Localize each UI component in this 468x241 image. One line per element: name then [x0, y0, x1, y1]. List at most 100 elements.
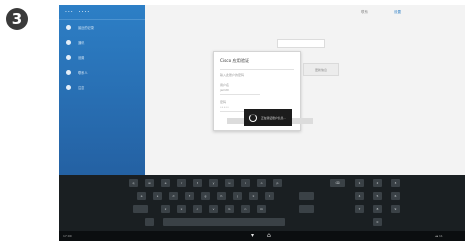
sidebar-item-calls[interactable]: 通讯 [59, 35, 145, 50]
key-a[interactable]: a [137, 192, 146, 200]
info-icon [66, 85, 71, 90]
key-label: i [245, 181, 246, 185]
key-label: h [220, 194, 223, 198]
key-m[interactable]: m [257, 205, 266, 213]
numpad-key[interactable]: 1 [355, 179, 364, 187]
grid-icon [66, 40, 71, 45]
on-screen-keyboard: q w e r t y u i o p ⌫ a s d f g h j k l … [59, 175, 465, 231]
key-b[interactable]: b [225, 205, 234, 213]
shift-key[interactable] [133, 205, 148, 213]
key-label: 6 [394, 194, 397, 198]
sidebar-item-label: 注意 [78, 85, 85, 90]
key-z[interactable]: z [161, 205, 170, 213]
search-field[interactable] [277, 39, 325, 48]
key-label: p [276, 181, 279, 185]
sidebar-item-label: 最近的记录 [78, 25, 94, 30]
shift-key-right[interactable] [299, 205, 314, 213]
sidebar-item-label: 联系人 [78, 70, 88, 75]
key-d[interactable]: d [169, 192, 178, 200]
key-label: z [164, 207, 167, 211]
key-label: 8 [376, 207, 379, 211]
top-tabs: 联系 设置 [145, 5, 465, 19]
update-info-label: 更新信息 [314, 67, 327, 72]
key-w[interactable]: w [145, 179, 154, 187]
backspace-icon: ⌫ [335, 181, 340, 185]
key-g[interactable]: g [201, 192, 210, 200]
username-field[interactable]: jsmith [220, 88, 229, 92]
nav-right-text: ◂◂ 11 [435, 234, 443, 238]
key-label: y [212, 181, 215, 185]
update-info-button[interactable]: 更新信息 [303, 63, 339, 76]
sidebar-header-right: • • • • [78, 10, 90, 14]
sidebar-item-contacts[interactable]: 联系人 [59, 65, 145, 80]
key-l[interactable]: l [265, 192, 274, 200]
key-p[interactable]: p [273, 179, 282, 187]
symbols-key[interactable] [145, 218, 154, 226]
key-label: d [172, 194, 175, 198]
key-label: v [212, 207, 215, 211]
dialog-title: Cisco 应用验证 [220, 58, 250, 63]
key-h[interactable]: h [217, 192, 226, 200]
password-label: 密码 [220, 100, 227, 104]
numpad-key[interactable]: 8 [373, 205, 382, 213]
toast-text: 正在验证账户信息... [261, 115, 287, 120]
key-label: g [204, 194, 207, 198]
numpad-key[interactable]: 5 [373, 192, 382, 200]
key-label: o [260, 181, 263, 185]
key-e[interactable]: e [161, 179, 170, 187]
key-label: w [148, 181, 151, 185]
key-o[interactable]: o [257, 179, 266, 187]
key-label: q [132, 181, 135, 185]
key-j[interactable]: j [233, 192, 242, 200]
key-label: m [260, 207, 263, 211]
sidebar-header-left: • • • [65, 10, 73, 14]
key-label: a [140, 194, 143, 198]
sidebar-item-label: 设置 [78, 55, 85, 60]
key-label: 7 [358, 207, 361, 211]
tab-settings[interactable]: 设置 [394, 10, 401, 15]
key-label: b [228, 207, 231, 211]
key-y[interactable]: y [209, 179, 218, 187]
numpad-key[interactable]: 3 [391, 179, 400, 187]
key-t[interactable]: t [193, 179, 202, 187]
sidebar-header: • • • • • • • [59, 5, 145, 20]
clock-icon [66, 25, 71, 30]
key-x[interactable]: x [177, 205, 186, 213]
key-c[interactable]: c [193, 205, 202, 213]
key-r[interactable]: r [177, 179, 186, 187]
key-label: x [180, 207, 183, 211]
key-label: n [244, 207, 247, 211]
numpad-key[interactable]: 0 [373, 218, 382, 226]
backspace-key[interactable]: ⌫ [330, 179, 345, 187]
key-label: s [156, 194, 159, 198]
home-icon[interactable]: ⌂ [267, 232, 271, 240]
key-v[interactable]: v [209, 205, 218, 213]
numpad-key[interactable]: 4 [355, 192, 364, 200]
numpad-key[interactable]: 6 [391, 192, 400, 200]
sidebar-item-notes[interactable]: 注意 [59, 80, 145, 95]
key-k[interactable]: k [249, 192, 258, 200]
key-u[interactable]: u [225, 179, 234, 187]
key-q[interactable]: q [129, 179, 138, 187]
numpad-key[interactable]: 2 [373, 179, 382, 187]
tablet-device: • • • • • • • 最近的记录 通讯 设置 联系人 注意 联系 设置 C… [59, 5, 465, 241]
key-f[interactable]: f [185, 192, 194, 200]
back-icon[interactable]: ▾ [251, 232, 254, 240]
sidebar-item-settings[interactable]: 设置 [59, 50, 145, 65]
numpad-key[interactable]: 9 [391, 205, 400, 213]
key-s[interactable]: s [153, 192, 162, 200]
space-key[interactable] [163, 218, 285, 226]
enter-key[interactable] [299, 192, 314, 200]
key-label: 2 [376, 181, 379, 185]
key-label: j [237, 194, 238, 198]
sidebar-item-recents[interactable]: 最近的记录 [59, 20, 145, 35]
key-n[interactable]: n [241, 205, 250, 213]
tab-contacts[interactable]: 联系 [361, 10, 368, 15]
password-field[interactable]: ••••• [220, 105, 229, 109]
divider [220, 69, 294, 70]
numpad-key[interactable]: 7 [355, 205, 364, 213]
dialog-prompt: 输入此账户的密码 [220, 73, 245, 77]
step-badge: 3 [6, 8, 28, 30]
key-i[interactable]: i [241, 179, 250, 187]
key-label: u [228, 181, 231, 185]
